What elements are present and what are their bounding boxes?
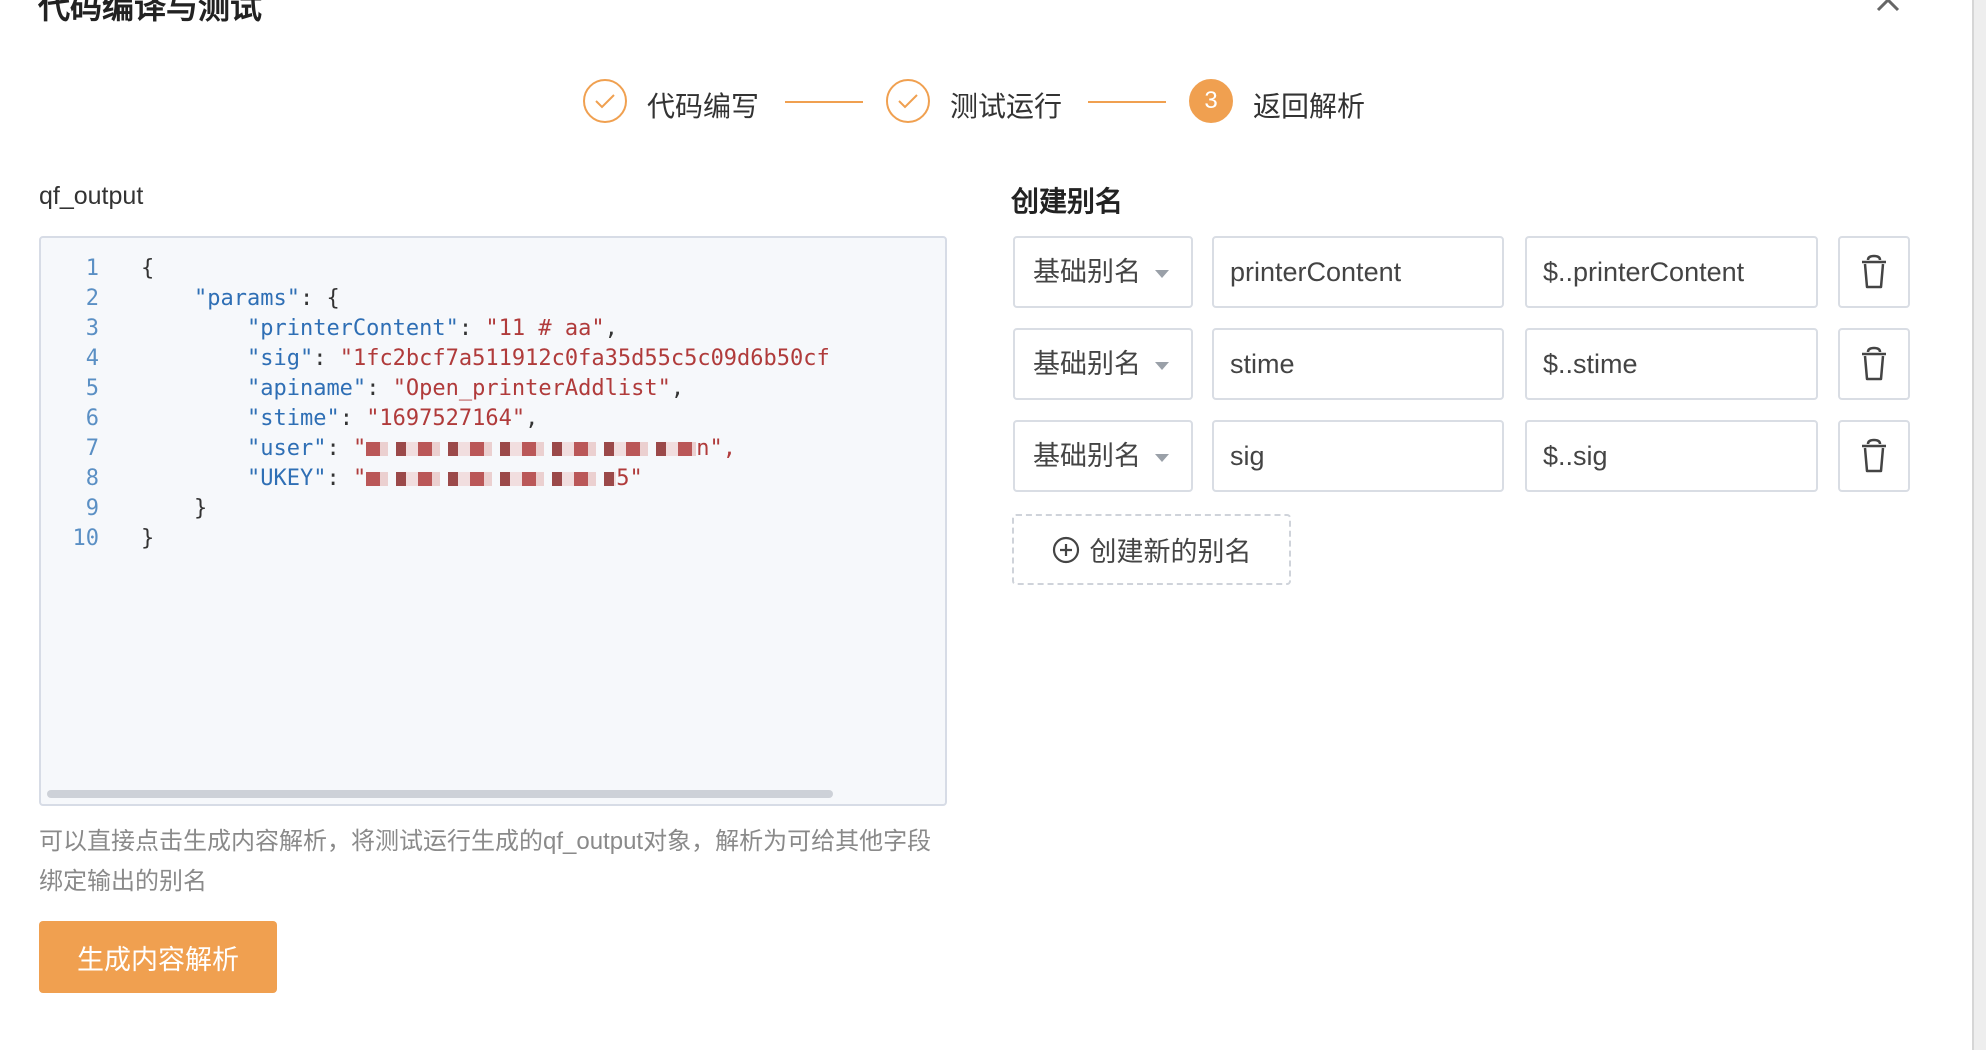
chevron-down-icon — [1155, 270, 1169, 278]
code-line: 4 "sig": "1fc2bcf7a511912c0fa35d55c5c09d… — [41, 346, 941, 376]
trash-icon — [1862, 254, 1886, 289]
alias-row: 基础别名 — [1013, 420, 1910, 492]
delete-alias-button[interactable] — [1838, 328, 1910, 400]
code-text: "params": { — [193, 286, 340, 311]
chevron-down-icon — [1155, 454, 1169, 462]
step-connector — [1088, 101, 1166, 103]
alias-type-value: 基础别名 — [1033, 257, 1141, 287]
code-text: "user": " n", — [246, 436, 736, 461]
close-icon[interactable] — [1870, 0, 1906, 16]
step-2-check-icon — [886, 79, 930, 123]
redacted-value — [366, 472, 617, 486]
alias-type-select[interactable]: 基础别名 — [1013, 236, 1193, 308]
code-text: } — [193, 496, 208, 521]
trash-icon — [1862, 438, 1886, 473]
code-text: "UKEY": " 5" — [246, 466, 643, 491]
line-number: 8 — [85, 466, 99, 491]
horizontal-scrollbar[interactable] — [47, 790, 833, 798]
code-text: "stime": "1697527164", — [246, 406, 539, 431]
alias-panel-title: 创建别名 — [1011, 186, 1124, 217]
code-line: 1{ — [41, 256, 941, 286]
code-line: 3 "printerContent": "11 # aa", — [41, 316, 941, 346]
line-number: 4 — [85, 346, 99, 371]
code-text: "apiname": "Open_printerAddlist", — [246, 376, 685, 401]
add-alias-label: 创建新的别名 — [1089, 537, 1252, 567]
redacted-value — [366, 442, 697, 456]
steps-progress: 代码编写 测试运行 3 返回解析 — [0, 78, 1986, 128]
alias-row: 基础别名 — [1013, 236, 1910, 308]
line-number: 1 — [85, 256, 99, 281]
alias-type-value: 基础别名 — [1033, 349, 1141, 379]
plus-circle-icon — [1052, 536, 1079, 563]
generate-content-parse-button[interactable]: 生成内容解析 — [39, 921, 277, 993]
code-line: 8 "UKEY": " 5" — [41, 466, 941, 496]
code-text: } — [141, 526, 155, 551]
alias-type-value: 基础别名 — [1033, 441, 1141, 471]
alias-path-input[interactable] — [1525, 420, 1818, 492]
add-alias-button[interactable]: 创建新的别名 — [1012, 514, 1291, 585]
alias-name-input[interactable] — [1212, 328, 1504, 400]
alias-type-select[interactable]: 基础别名 — [1013, 420, 1193, 492]
hint-text: 可以直接点击生成内容解析，将测试运行生成的qf_output对象，解析为可给其他… — [39, 828, 932, 895]
line-number: 6 — [85, 406, 99, 431]
background-window-edge — [1972, 0, 1986, 1050]
line-number: 2 — [85, 286, 99, 311]
code-line: 2 "params": { — [41, 286, 941, 316]
code-line: 5 "apiname": "Open_printerAddlist", — [41, 376, 941, 406]
line-number: 5 — [85, 376, 99, 401]
alias-name-input[interactable] — [1212, 420, 1504, 492]
line-number: 10 — [72, 526, 100, 551]
code-editor[interactable]: 1{2 "params": {3 "printerContent": "11 #… — [39, 236, 947, 806]
step-connector — [785, 101, 863, 103]
alias-path-input[interactable] — [1525, 328, 1818, 400]
alias-row: 基础别名 — [1013, 328, 1910, 400]
step-2-label: 测试运行 — [950, 91, 1063, 122]
trash-icon — [1862, 346, 1886, 381]
modal-title: 代码编译与测试 — [38, 0, 263, 25]
code-text: "sig": "1fc2bcf7a511912c0fa35d55c5c09d6b… — [246, 346, 830, 371]
code-text: "printerContent": "11 # aa", — [246, 316, 618, 341]
code-line: 9 } — [41, 496, 941, 526]
alias-name-input[interactable] — [1212, 236, 1504, 308]
line-number: 7 — [85, 436, 99, 461]
alias-path-input[interactable] — [1525, 236, 1818, 308]
line-number: 3 — [85, 316, 99, 341]
step-1-check-icon — [583, 79, 627, 123]
line-number: 9 — [85, 496, 99, 521]
code-line: 10} — [41, 526, 941, 556]
step-1-label: 代码编写 — [647, 91, 760, 122]
code-line: 7 "user": " n", — [41, 436, 941, 466]
step-3-number: 3 — [1189, 79, 1233, 123]
code-panel-title: qf_output — [39, 182, 144, 210]
alias-type-select[interactable]: 基础别名 — [1013, 328, 1193, 400]
code-line: 6 "stime": "1697527164", — [41, 406, 941, 436]
delete-alias-button[interactable] — [1838, 420, 1910, 492]
chevron-down-icon — [1155, 362, 1169, 370]
step-3-label: 返回解析 — [1253, 91, 1366, 122]
delete-alias-button[interactable] — [1838, 236, 1910, 308]
code-text: { — [141, 256, 155, 281]
